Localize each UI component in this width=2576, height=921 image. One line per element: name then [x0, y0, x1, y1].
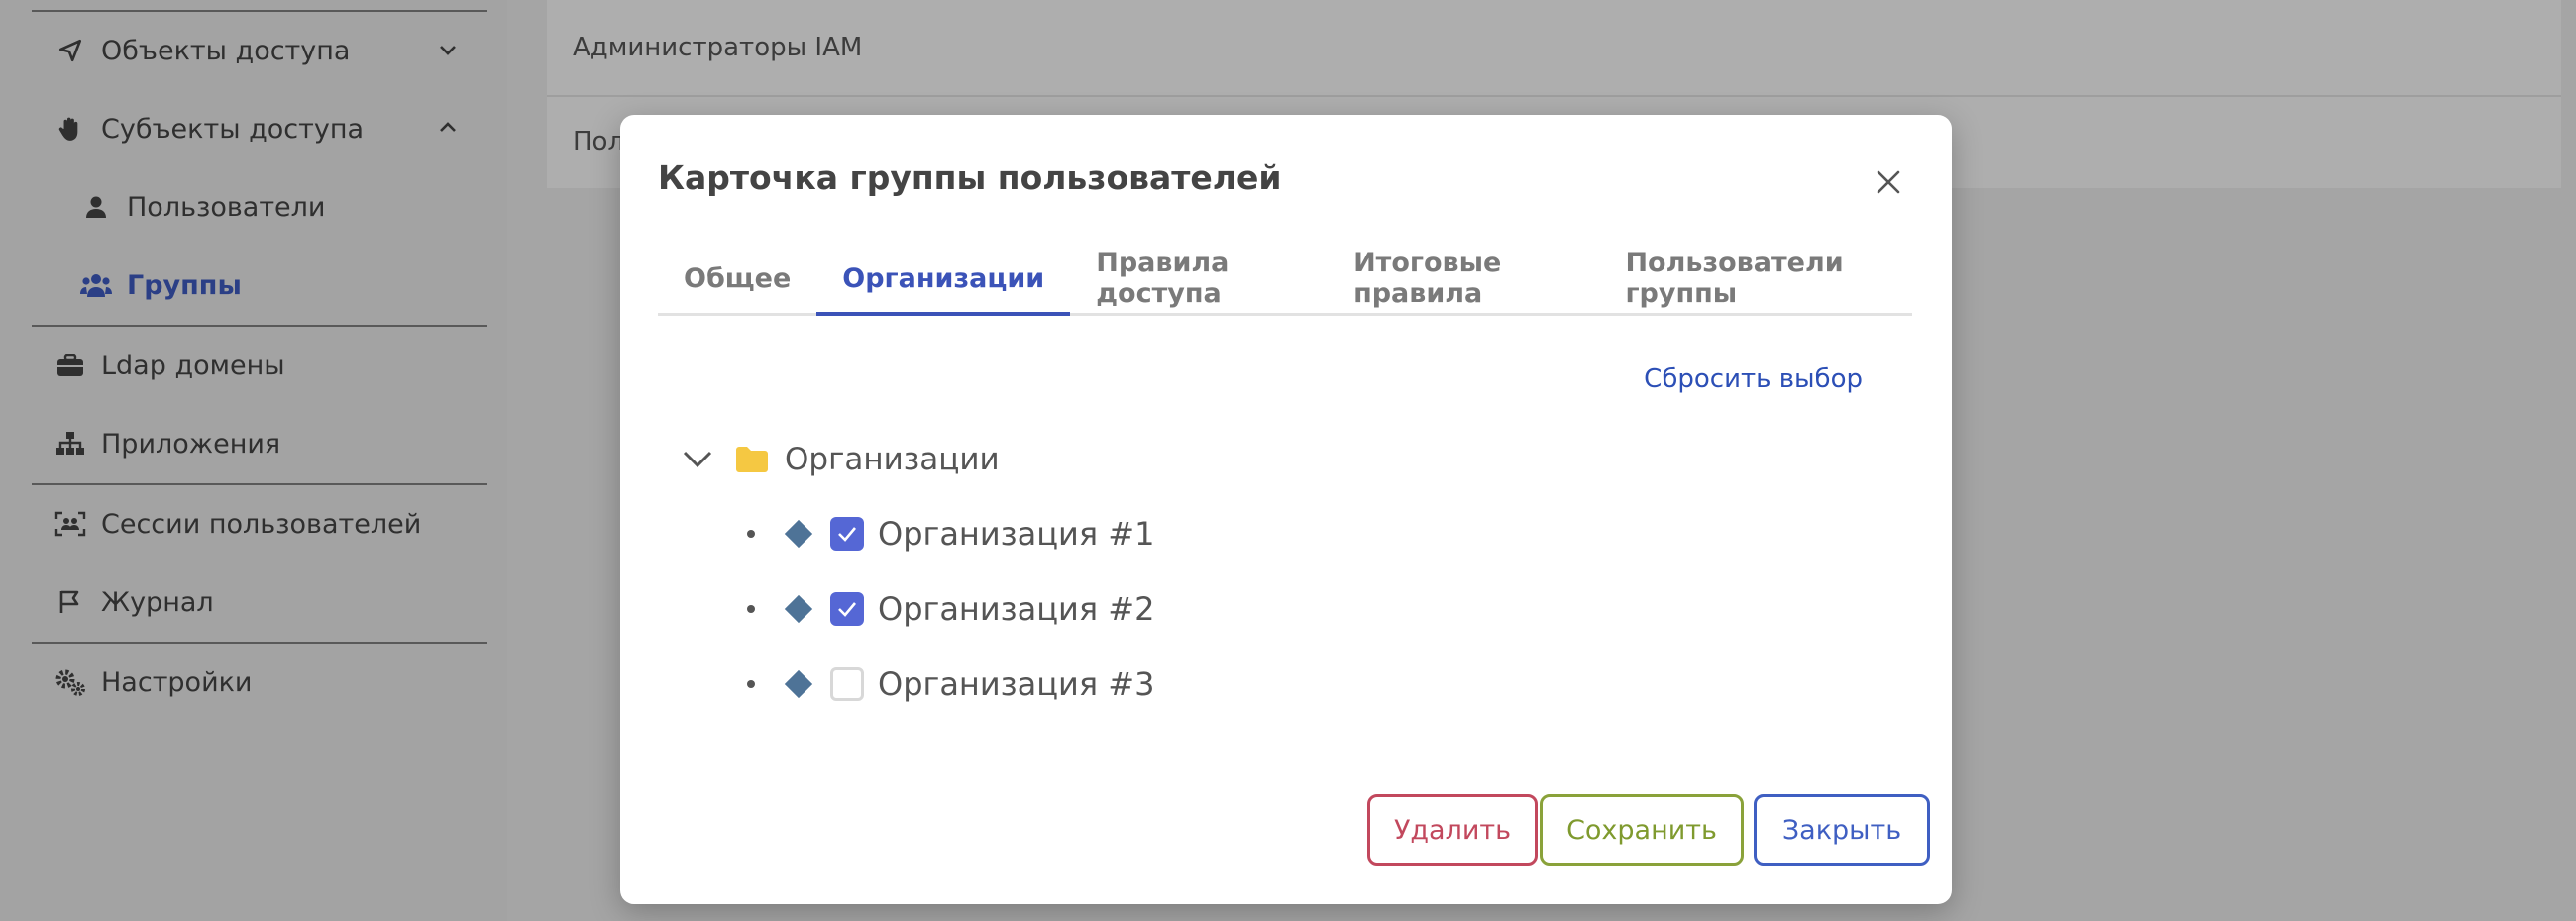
- sidebar-item-apps[interactable]: Приложения: [54, 409, 489, 478]
- sidebar-item-access-subjects[interactable]: Субъекты доступа: [54, 94, 489, 163]
- user-icon: [79, 190, 113, 224]
- tab-general[interactable]: Общее: [658, 244, 816, 313]
- chevron-up-icon[interactable]: [436, 116, 460, 147]
- tree-root-label: Организации: [785, 442, 1000, 477]
- close-button[interactable]: Закрыть: [1754, 794, 1930, 866]
- delete-button[interactable]: Удалить: [1367, 794, 1538, 866]
- sidebar-item-journal[interactable]: Журнал: [54, 567, 489, 637]
- briefcase-icon: [54, 349, 87, 382]
- chevron-down-icon[interactable]: [436, 38, 460, 68]
- sitemap-icon: [54, 427, 87, 460]
- diamond-icon: [784, 594, 813, 624]
- folder-icon: [735, 446, 769, 473]
- bullet-icon: [747, 680, 755, 688]
- org-2-checkbox[interactable]: [830, 592, 864, 626]
- gears-icon: [54, 665, 87, 699]
- tree-node-org-1[interactable]: Организация #1: [747, 504, 1154, 563]
- diamond-icon: [784, 669, 813, 699]
- tab-access-rules[interactable]: Правила доступа: [1070, 244, 1328, 313]
- sidebar-item-label: Сессии пользователей: [101, 508, 422, 540]
- sidebar-item-label: Ldap домены: [101, 350, 285, 381]
- bullet-icon: [747, 605, 755, 613]
- chevron-down-icon[interactable]: [682, 449, 717, 470]
- sidebar-item-access-objects[interactable]: Объекты доступа: [54, 16, 489, 85]
- reset-selection-link[interactable]: Сбросить выбор: [1644, 364, 1863, 394]
- close-icon[interactable]: [1869, 162, 1908, 202]
- tree-node-label: Организация #3: [878, 665, 1155, 703]
- save-button[interactable]: Сохранить: [1540, 794, 1744, 866]
- modal-tabs: Общее Организации Правила доступа Итогов…: [658, 244, 1912, 316]
- tree-node-org-3[interactable]: Организация #3: [747, 655, 1154, 714]
- sidebar-item-label: Группы: [127, 269, 242, 301]
- users-icon: [79, 268, 113, 302]
- tree-node-org-2[interactable]: Организация #2: [747, 579, 1154, 639]
- sidebar-item-label: Пользователи: [127, 191, 326, 223]
- sidebar-divider: [32, 483, 487, 485]
- hand-icon: [54, 112, 87, 146]
- sidebar-item-ldap[interactable]: Ldap домены: [54, 331, 489, 400]
- tab-final-rules[interactable]: Итоговые правила: [1328, 244, 1599, 313]
- flag-icon: [54, 585, 87, 619]
- diamond-icon: [784, 519, 813, 549]
- group-card-modal: Карточка группы пользователей Общее Орга…: [620, 115, 1952, 904]
- sidebar-item-groups[interactable]: Группы: [79, 251, 515, 320]
- org-1-checkbox[interactable]: [830, 517, 864, 551]
- sidebar-item-label: Журнал: [101, 586, 214, 618]
- sidebar-item-settings[interactable]: Настройки: [54, 648, 489, 717]
- tab-group-users[interactable]: Пользователи группы: [1599, 244, 1912, 313]
- sidebar-item-label: Объекты доступа: [101, 35, 351, 66]
- sidebar-divider: [32, 642, 487, 644]
- sidebar-item-sessions[interactable]: Сессии пользователей: [54, 489, 489, 559]
- sessions-icon: [54, 507, 87, 541]
- sidebar-divider: [32, 325, 487, 327]
- sidebar-item-label: Субъекты доступа: [101, 113, 365, 145]
- send-icon: [54, 34, 87, 67]
- list-item-label: Пол: [573, 127, 625, 156]
- tree-node-label: Организация #2: [878, 590, 1155, 628]
- tree-root: Организации: [682, 430, 1000, 489]
- sidebar-item-users[interactable]: Пользователи: [79, 172, 515, 242]
- sidebar-item-label: Настройки: [101, 666, 253, 698]
- list-item-label: Администраторы IAM: [573, 33, 863, 62]
- tree-node-label: Организация #1: [878, 515, 1155, 553]
- sidebar: Объекты доступа Субъекты доступа Пользов…: [0, 0, 507, 921]
- tab-organizations[interactable]: Организации: [816, 244, 1071, 316]
- sidebar-divider: [32, 10, 487, 12]
- org-3-checkbox[interactable]: [830, 667, 864, 701]
- modal-title: Карточка группы пользователей: [658, 158, 1282, 197]
- list-item[interactable]: Администраторы IAM: [547, 2, 2561, 93]
- bullet-icon: [747, 530, 755, 538]
- sidebar-item-label: Приложения: [101, 428, 281, 460]
